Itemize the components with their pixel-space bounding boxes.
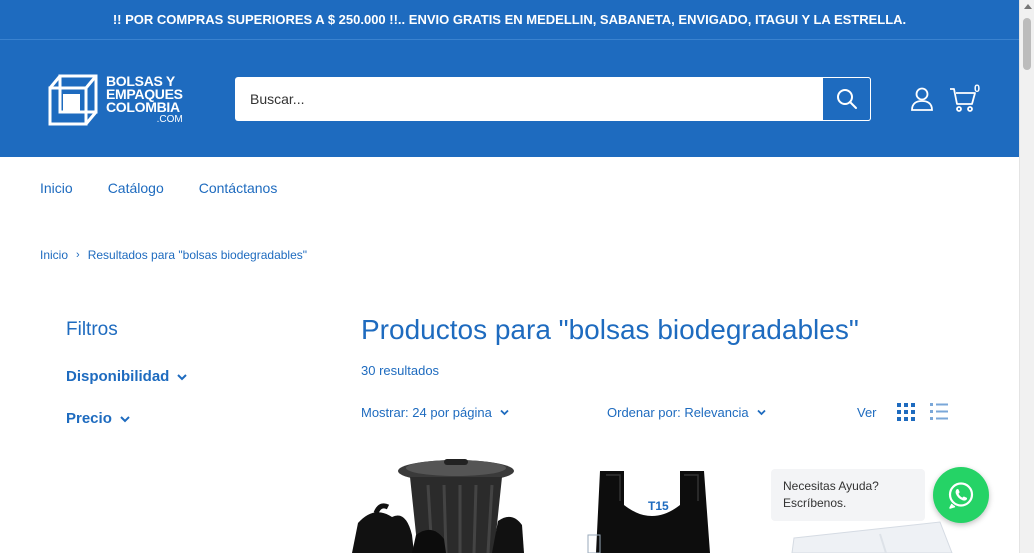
product-image-t15-bag[interactable]: T15 <box>586 465 720 553</box>
announcement-bar: !! POR COMPRAS SUPERIORES A $ 250.000 !!… <box>0 0 1019 40</box>
show-per-page-label: Mostrar: 24 por página <box>361 405 492 420</box>
whatsapp-button[interactable] <box>933 467 989 523</box>
nav-item-contactanos[interactable]: Contáctanos <box>199 180 278 196</box>
search-input[interactable] <box>235 77 820 121</box>
nav-item-inicio[interactable]: Inicio <box>40 180 73 196</box>
filter-availability-label: Disponibilidad <box>66 368 170 385</box>
scrollbar-thumb[interactable] <box>1023 18 1031 70</box>
view-label: Ver <box>857 405 877 420</box>
clear-bag-image <box>791 521 953 553</box>
breadcrumb: Inicio › Resultados para "bolsas biodegr… <box>40 248 307 262</box>
page: !! POR COMPRAS SUPERIORES A $ 250.000 !!… <box>0 0 1034 553</box>
filter-price[interactable]: Precio <box>66 410 130 427</box>
breadcrumb-separator: › <box>76 249 80 261</box>
announcement-text: !! POR COMPRAS SUPERIORES A $ 250.000 !!… <box>112 12 907 27</box>
main-nav: Inicio Catálogo Contáctanos <box>0 157 1019 219</box>
product-image-trash-can[interactable] <box>352 455 524 553</box>
logo-line-3: COLOMBIA <box>106 99 180 115</box>
chat-help-bubble[interactable]: Necesitas Ayuda? Escríbenos. <box>771 469 925 521</box>
cart-count-badge: 0 <box>974 83 981 95</box>
search-icon <box>836 89 857 109</box>
page-title: Productos para "bolsas biodegradables" <box>361 314 859 345</box>
filter-price-label: Precio <box>66 410 112 427</box>
chevron-down-icon <box>757 409 766 416</box>
user-account-icon[interactable] <box>909 86 935 112</box>
filters-title: Filtros <box>66 319 118 340</box>
box-logo-icon <box>48 74 98 126</box>
list-view-icon[interactable] <box>930 403 948 421</box>
show-per-page-select[interactable]: Mostrar: 24 por página <box>361 405 509 420</box>
logo-text: BOLSAS Y EMPAQUES COLOMBIA .COM <box>106 74 183 125</box>
vertical-scrollbar[interactable] <box>1019 0 1034 553</box>
results-count: 30 resultados <box>361 363 440 378</box>
logo-line-4: .COM <box>156 114 183 125</box>
search-bar <box>235 77 871 121</box>
grid-view-icon[interactable] <box>897 403 915 421</box>
chevron-down-icon <box>177 373 188 380</box>
chat-help-line-1: Necesitas Ayuda? <box>783 479 879 493</box>
logo[interactable]: BOLSAS Y EMPAQUES COLOMBIA .COM <box>46 71 196 129</box>
product-image-clear-bag[interactable] <box>790 520 958 553</box>
product-image-label: T15 <box>648 499 669 513</box>
breadcrumb-home[interactable]: Inicio <box>40 248 68 262</box>
filter-availability[interactable]: Disponibilidad <box>66 368 188 385</box>
chevron-down-icon <box>120 415 130 422</box>
sort-select[interactable]: Ordenar por: Relevancia <box>607 405 766 420</box>
chat-help-line-2: Escríbenos. <box>783 496 847 510</box>
trash-can-image <box>352 459 524 553</box>
breadcrumb-current: Resultados para "bolsas biodegradables" <box>87 248 308 262</box>
search-button[interactable] <box>823 77 871 121</box>
chevron-down-icon <box>500 409 509 416</box>
scroll-up-arrow-icon[interactable] <box>1024 4 1032 9</box>
site-header: BOLSAS Y EMPAQUES COLOMBIA .COM Buscar..… <box>0 40 1019 157</box>
nav-item-catalogo[interactable]: Catálogo <box>108 180 164 196</box>
whatsapp-icon <box>948 482 974 509</box>
sort-label: Ordenar por: Relevancia <box>607 405 749 420</box>
